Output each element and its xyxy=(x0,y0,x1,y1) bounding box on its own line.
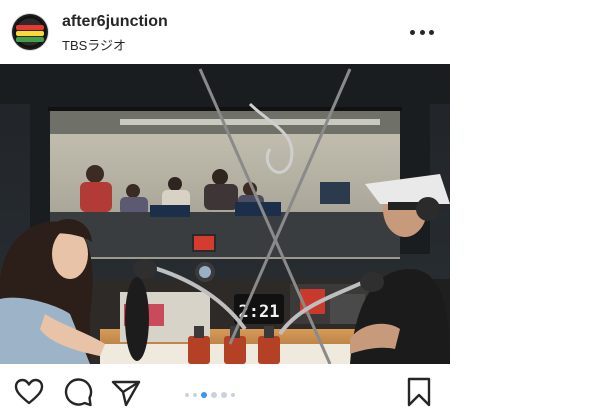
carousel-dot xyxy=(231,393,235,397)
username-link[interactable]: after6junction xyxy=(62,13,168,31)
direct-share-icon[interactable] xyxy=(110,376,142,408)
carousel-dot-active xyxy=(201,392,207,398)
heart-icon[interactable] xyxy=(13,376,45,408)
carousel-dot xyxy=(193,393,197,397)
more-options-icon[interactable] xyxy=(410,30,434,36)
comment-icon[interactable] xyxy=(62,376,94,408)
post-header: after6junction TBSラジオ xyxy=(0,0,605,64)
carousel-dot xyxy=(221,392,227,398)
post-photo[interactable]: 2:21 xyxy=(0,64,450,364)
carousel-dot xyxy=(211,392,217,398)
avatar[interactable] xyxy=(12,14,48,50)
carousel-dot xyxy=(185,393,189,397)
location-link[interactable]: TBSラジオ xyxy=(62,35,126,54)
carousel-indicator xyxy=(185,392,235,398)
bookmark-icon[interactable] xyxy=(403,376,435,408)
